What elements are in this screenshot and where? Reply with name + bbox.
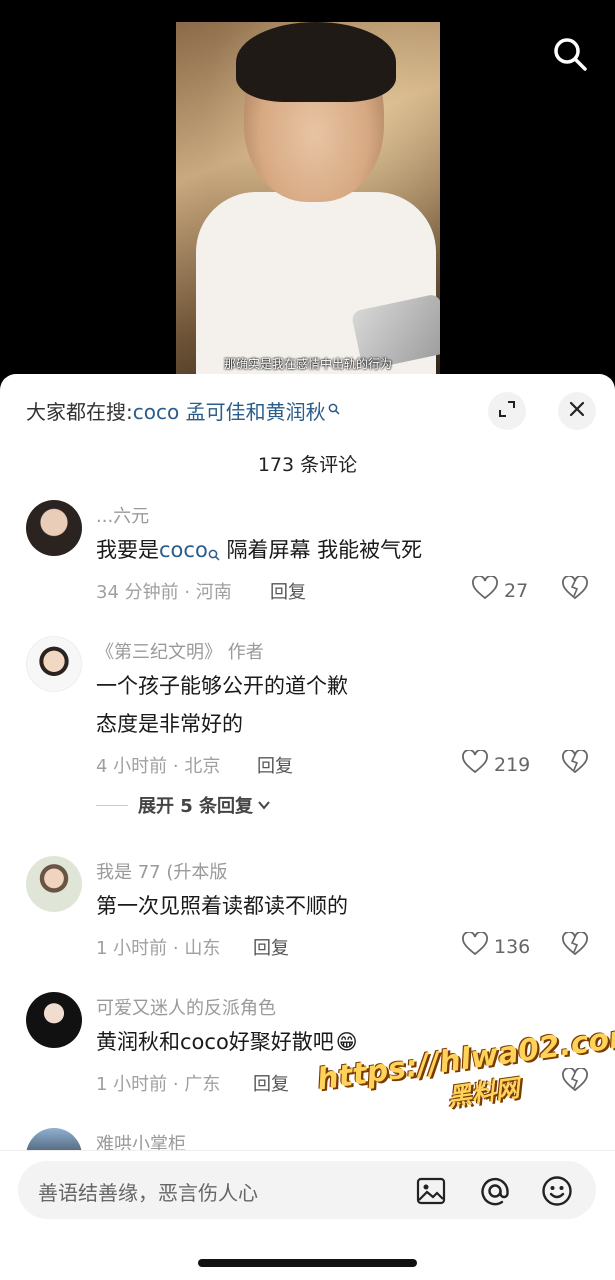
heart-icon <box>462 931 488 961</box>
comment-text: 黄润秋和coco好聚好散吧😁 <box>96 1024 358 1060</box>
home-indicator[interactable] <box>198 1259 417 1267</box>
avatar[interactable] <box>26 856 82 912</box>
comment-input-placeholder: 善语结善缘，恶言伤人心 <box>38 1181 258 1205</box>
emoji-icon[interactable] <box>540 1174 574 1208</box>
hot-search-link[interactable]: 大家都在搜:coco 孟可佳和黄润秋 <box>26 396 340 425</box>
expand-replies-label: 展开 5 条回复 <box>138 796 254 817</box>
close-sheet-button[interactable] <box>558 392 596 430</box>
comment-text: 一个孩子能够公开的道个歉 <box>96 674 348 698</box>
heart-icon <box>472 575 498 605</box>
comment-meta: 1 小时前 · 山东 <box>96 938 221 959</box>
expand-sheet-button[interactable] <box>488 392 526 430</box>
broken-heart-icon[interactable] <box>562 931 588 960</box>
comment-text-part: 黄润秋和coco好聚好散吧 <box>96 1030 334 1054</box>
comment-meta: 1 小时前 · 广东 <box>96 1074 221 1095</box>
comment-text-part: 隔着屏幕 我能被气死 <box>219 538 423 562</box>
broken-heart-icon[interactable] <box>562 575 588 604</box>
video-player[interactable]: 那确实是我在感情中出轨的行为 <box>0 0 615 400</box>
reply-button[interactable]: 回复 <box>253 1070 289 1096</box>
close-icon <box>568 400 586 422</box>
avatar[interactable] <box>26 500 82 556</box>
reply-button[interactable]: 回复 <box>253 934 289 960</box>
video-person-hair <box>236 22 396 102</box>
mention-icon[interactable] <box>478 1174 512 1208</box>
like-count: 136 <box>494 935 531 958</box>
comment-input[interactable]: 善语结善缘，恶言伤人心 <box>18 1161 596 1219</box>
expand-icon <box>498 400 516 422</box>
comment-author[interactable]: 可爱又迷人的反派角色 <box>96 994 276 1020</box>
comment-text-part: 我要是 <box>96 538 159 562</box>
like-button[interactable]: 219 <box>462 749 531 779</box>
comment-author[interactable]: ...六元 <box>96 502 149 528</box>
video-subtitle: 那确实是我在感情中出轨的行为 <box>223 357 392 371</box>
comment-text: 态度是非常好的 <box>96 712 243 736</box>
expand-replies-button[interactable]: 展开 5 条回复 <box>96 792 271 818</box>
comment-author[interactable]: 我是 77 (升本版 <box>96 858 227 884</box>
chevron-down-icon <box>257 798 271 812</box>
avatar[interactable] <box>26 992 82 1048</box>
small-search-icon <box>208 536 220 572</box>
reply-button[interactable]: 回复 <box>257 752 293 778</box>
like-button[interactable]: 27 <box>472 575 529 605</box>
small-search-icon <box>328 396 340 420</box>
comment-meta: 34 分钟前 · 河南 <box>96 582 232 603</box>
comment-sheet: 大家都在搜:coco 孟可佳和黄润秋 173 条评论 ...六元 我要是coco… <box>0 374 615 1280</box>
avatar[interactable] <box>26 636 82 692</box>
hot-search-keyword[interactable]: coco 孟可佳和黄润秋 <box>133 400 326 424</box>
comment-meta: 4 小时前 · 北京 <box>96 756 221 777</box>
like-count: 27 <box>504 579 529 602</box>
comment-text: 第一次见照着读都读不顺的 <box>96 894 348 918</box>
like-count: 219 <box>494 753 531 776</box>
reply-button[interactable]: 回复 <box>270 578 306 604</box>
comment-keyword-link[interactable]: coco <box>159 538 208 562</box>
broken-heart-icon[interactable] <box>562 749 588 778</box>
search-icon[interactable] <box>552 36 588 72</box>
image-icon[interactable] <box>414 1174 448 1208</box>
divider <box>96 804 128 806</box>
grin-emoji-icon: 😁 <box>335 1030 358 1054</box>
comment-author[interactable]: 《第三纪文明》 作者 <box>96 638 264 664</box>
video-frame[interactable]: 那确实是我在感情中出轨的行为 <box>176 22 440 382</box>
comment-text: 我要是coco 隔着屏幕 我能被气死 <box>96 532 422 572</box>
hot-search-prefix: 大家都在搜: <box>26 400 133 424</box>
heart-icon <box>462 749 488 779</box>
like-button[interactable]: 136 <box>462 931 531 961</box>
comment-count-title: 173 条评论 <box>257 454 358 476</box>
